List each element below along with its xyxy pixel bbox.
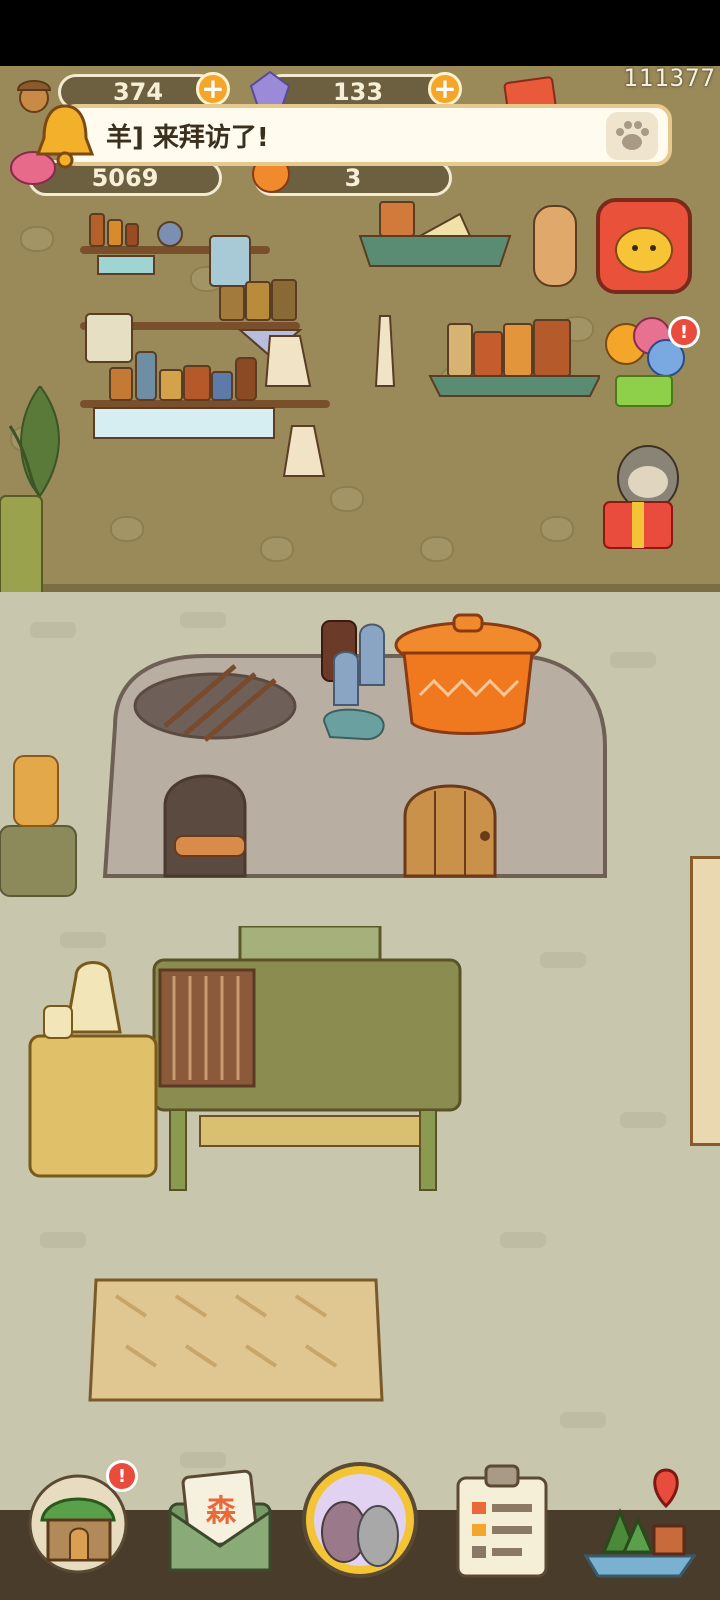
work-table[interactable] [150,926,470,1206]
nav-letter[interactable]: 森 [160,1460,280,1580]
game-scene[interactable] [0,66,720,1600]
notice-text: 羊] 来拜访了! [106,122,269,153]
meat-count: 5069 [91,164,159,192]
balloon-gift-button[interactable]: ! [596,316,700,412]
recipe-clipboard-icon [456,1464,548,1578]
nav-recipes[interactable] [442,1460,562,1580]
home-badge: ! [106,1460,138,1492]
paw-icon[interactable] [606,112,658,160]
left-shelves [80,213,330,477]
acorn-count: 374 [112,78,164,106]
orange-pot[interactable] [390,611,550,741]
right-edge-shelf [690,856,720,1146]
player-id: 111377 [623,64,716,92]
letter-label: 森 [206,1494,236,1529]
bell-icon [35,104,95,169]
visit-notice[interactable]: 羊] 来拜访了! [60,104,672,166]
add-acorn-button[interactable]: + [196,72,230,106]
nav-map[interactable] [580,1460,700,1580]
wall-trim [0,584,720,592]
balloon-badge: ! [668,316,700,348]
tv-icon [615,227,673,273]
salt-pepper [321,620,385,741]
tv-button[interactable] [596,198,692,294]
kettle-stand[interactable] [20,946,160,1186]
orange-count: 3 [344,164,362,192]
sloth-gift-icon [603,445,679,549]
status-bar [0,0,720,66]
add-crystal-button[interactable]: + [428,72,462,106]
animal-portrait-icon [302,1462,418,1578]
sloth-gift-button[interactable] [596,438,692,554]
nav-animals[interactable] [300,1460,420,1580]
side-cupboard [0,755,77,897]
map-icon [583,1468,697,1578]
crystal-count: 133 [332,78,384,106]
right-shelves [358,201,600,397]
woven-rug[interactable] [86,1276,386,1406]
nav-home[interactable]: ! [18,1460,138,1580]
